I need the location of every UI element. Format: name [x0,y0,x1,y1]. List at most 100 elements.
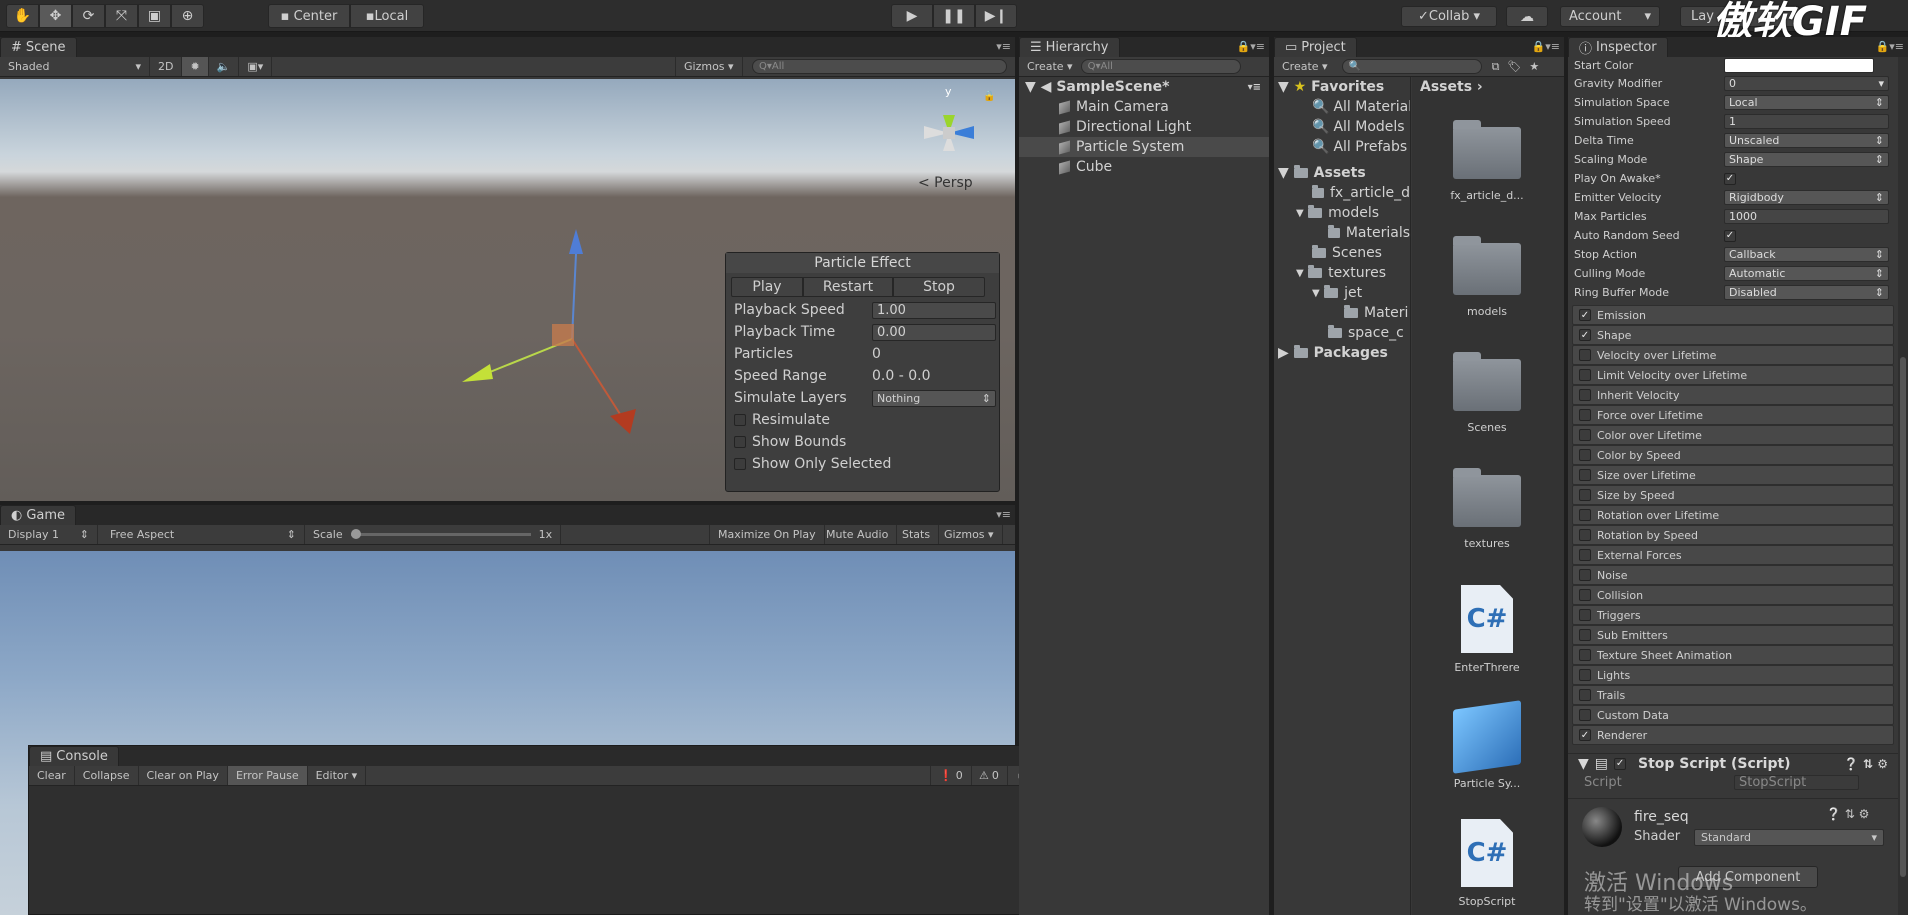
favorite-star-icon[interactable]: ★ [1529,60,1539,73]
simulation-speed-field[interactable]: 1 [1724,114,1889,129]
pe-play-button[interactable]: Play [731,277,803,297]
pivot-local-button[interactable]: ▪ Local [350,4,424,28]
module-checkbox[interactable]: ✓ [1579,309,1591,321]
module-checkbox[interactable] [1579,629,1591,641]
module-row[interactable]: Force over Lifetime [1572,405,1894,425]
asset-folder[interactable]: fx_article_d... [1432,120,1542,202]
module-row[interactable]: ✓ Shape [1572,325,1894,345]
module-row[interactable]: ✓ Renderer [1572,725,1894,745]
module-row[interactable]: Limit Velocity over Lifetime [1572,365,1894,385]
module-checkbox[interactable] [1579,589,1591,601]
module-row[interactable]: External Forces [1572,545,1894,565]
expand-arrow-icon[interactable]: ▼ [1296,268,1304,279]
hierarchy-item-directional-light[interactable]: Directional Light [1019,117,1269,137]
expand-arrow-icon[interactable]: ▼ [1578,756,1589,772]
module-checkbox[interactable] [1579,429,1591,441]
pivot-center-button[interactable]: ▪ Center [268,4,350,28]
module-checkbox[interactable] [1579,689,1591,701]
module-row[interactable]: Velocity over Lifetime [1572,345,1894,365]
script-object-field[interactable]: StopScript [1734,775,1859,790]
pe-stop-button[interactable]: Stop [893,277,985,297]
row-menu-icon[interactable]: ▾≡ [1248,82,1261,93]
maximize-on-play-toggle[interactable]: Maximize On Play [709,525,825,544]
projection-toggle[interactable]: < Persp [918,175,973,191]
expand-arrow-icon[interactable]: ▼ [1296,208,1304,219]
tab-console[interactable]: ▤ Console [29,746,119,766]
module-checkbox[interactable] [1579,349,1591,361]
module-row[interactable]: Lights [1572,665,1894,685]
module-checkbox[interactable] [1579,569,1591,581]
asset-folder[interactable]: Scenes [1432,352,1542,434]
favorite-item[interactable]: 🔍 All Materials [1274,97,1410,117]
favorite-item[interactable]: 🔍 All Models [1274,117,1410,137]
module-row[interactable]: Rotation over Lifetime [1572,505,1894,525]
module-checkbox[interactable] [1579,489,1591,501]
module-row[interactable]: Texture Sheet Animation [1572,645,1894,665]
account-dropdown[interactable]: Account ▾ [1560,6,1660,27]
transform-tool-icon[interactable]: ⊕ [171,4,204,28]
game-gizmos-dropdown[interactable]: Gizmos ▾ [936,525,1003,544]
filter-by-type-icon[interactable]: ⧉ [1492,60,1500,74]
module-row[interactable]: ✓ Emission [1572,305,1894,325]
hierarchy-item-particle-system[interactable]: Particle System [1019,137,1269,157]
scrollbar-thumb[interactable] [1900,357,1906,877]
delta-time-dropdown[interactable]: Unscaled ⇕ [1724,133,1889,148]
tab-project[interactable]: ▭ Project [1274,37,1357,57]
module-row[interactable]: Noise [1572,565,1894,585]
module-checkbox[interactable] [1579,369,1591,381]
folder-row[interactable]: Materials [1274,223,1410,243]
display-dropdown[interactable]: Display 1 ⇕ [0,525,98,544]
expand-arrow-icon[interactable]: ▼ [1278,165,1289,181]
folder-row[interactable]: ▼ textures [1274,263,1410,283]
expand-arrow-icon[interactable]: ▼ [1278,79,1289,95]
checkbox[interactable] [734,414,746,426]
shader-dropdown[interactable]: Standard ▾ [1694,829,1884,846]
stats-toggle[interactable]: Stats [894,525,940,544]
project-search-input[interactable]: 🔍 [1341,59,1482,74]
console-error-pause-button[interactable]: Error Pause [227,766,308,785]
component-enabled-checkbox[interactable]: ✓ [1614,757,1627,770]
stop-action-dropdown[interactable]: Callback ⇕ [1724,247,1889,262]
packages-row[interactable]: ▶ Packages [1274,343,1410,363]
console-editor-dropdown[interactable]: Editor ▾ [308,766,367,785]
module-row[interactable]: Trails [1572,685,1894,705]
module-checkbox[interactable] [1579,389,1591,401]
module-row[interactable]: Inherit Velocity [1572,385,1894,405]
y-axis-handle[interactable] [569,229,583,254]
module-checkbox[interactable] [1579,529,1591,541]
module-row[interactable]: Sub Emitters [1572,625,1894,645]
scene-search-input[interactable]: Q▾All [752,59,1007,74]
pe-show-only-selected[interactable]: Show Only Selected [726,453,999,475]
culling-mode-dropdown[interactable]: Automatic ⇕ [1724,266,1889,281]
panel-menu-icon[interactable]: 🔒▾≡ [1532,40,1560,53]
hierarchy-item-main-camera[interactable]: Main Camera [1019,97,1269,117]
panel-menu-icon[interactable]: 🔒▾≡ [1876,40,1904,53]
simulate-layers-dropdown[interactable]: Nothing ⇕ [872,389,996,407]
scale-slider[interactable]: Scale 1x [305,525,562,544]
pe-resimulate[interactable]: Resimulate [726,409,999,431]
assets-breadcrumb[interactable]: Assets › [1412,77,1564,97]
folder-row[interactable]: fx_article_d [1274,183,1410,203]
folder-row[interactable]: Scenes [1274,243,1410,263]
mute-audio-toggle[interactable]: Mute Audio [818,525,898,544]
asset-folder[interactable]: models [1432,236,1542,318]
effects-icon[interactable]: ▣▾ [239,57,273,76]
lock-icon[interactable]: 🔒 [983,91,995,102]
pe-restart-button[interactable]: Restart [803,277,893,297]
folder-row[interactable]: ▼ jet [1274,283,1410,303]
move-tool-icon[interactable]: ✥ [39,4,72,28]
module-row[interactable]: Collision [1572,585,1894,605]
console-error-filter[interactable]: ❗ 0 [930,766,972,785]
module-row[interactable]: Custom Data [1572,705,1894,725]
expand-arrow-icon[interactable]: ▼ [1312,288,1320,299]
tab-game[interactable]: ◐ Game [0,505,77,525]
lighting-icon[interactable]: ✹ [182,57,209,76]
expand-arrow-icon[interactable]: ▼ [1025,79,1036,95]
tab-inspector[interactable]: ⓘ Inspector [1568,37,1668,57]
module-checkbox[interactable] [1579,609,1591,621]
scaling-mode-dropdown[interactable]: Shape ⇕ [1724,152,1889,167]
module-checkbox[interactable] [1579,669,1591,681]
module-checkbox[interactable] [1579,469,1591,481]
checkbox[interactable] [734,436,746,448]
shading-dropdown[interactable]: Shaded ▾ [0,57,150,76]
